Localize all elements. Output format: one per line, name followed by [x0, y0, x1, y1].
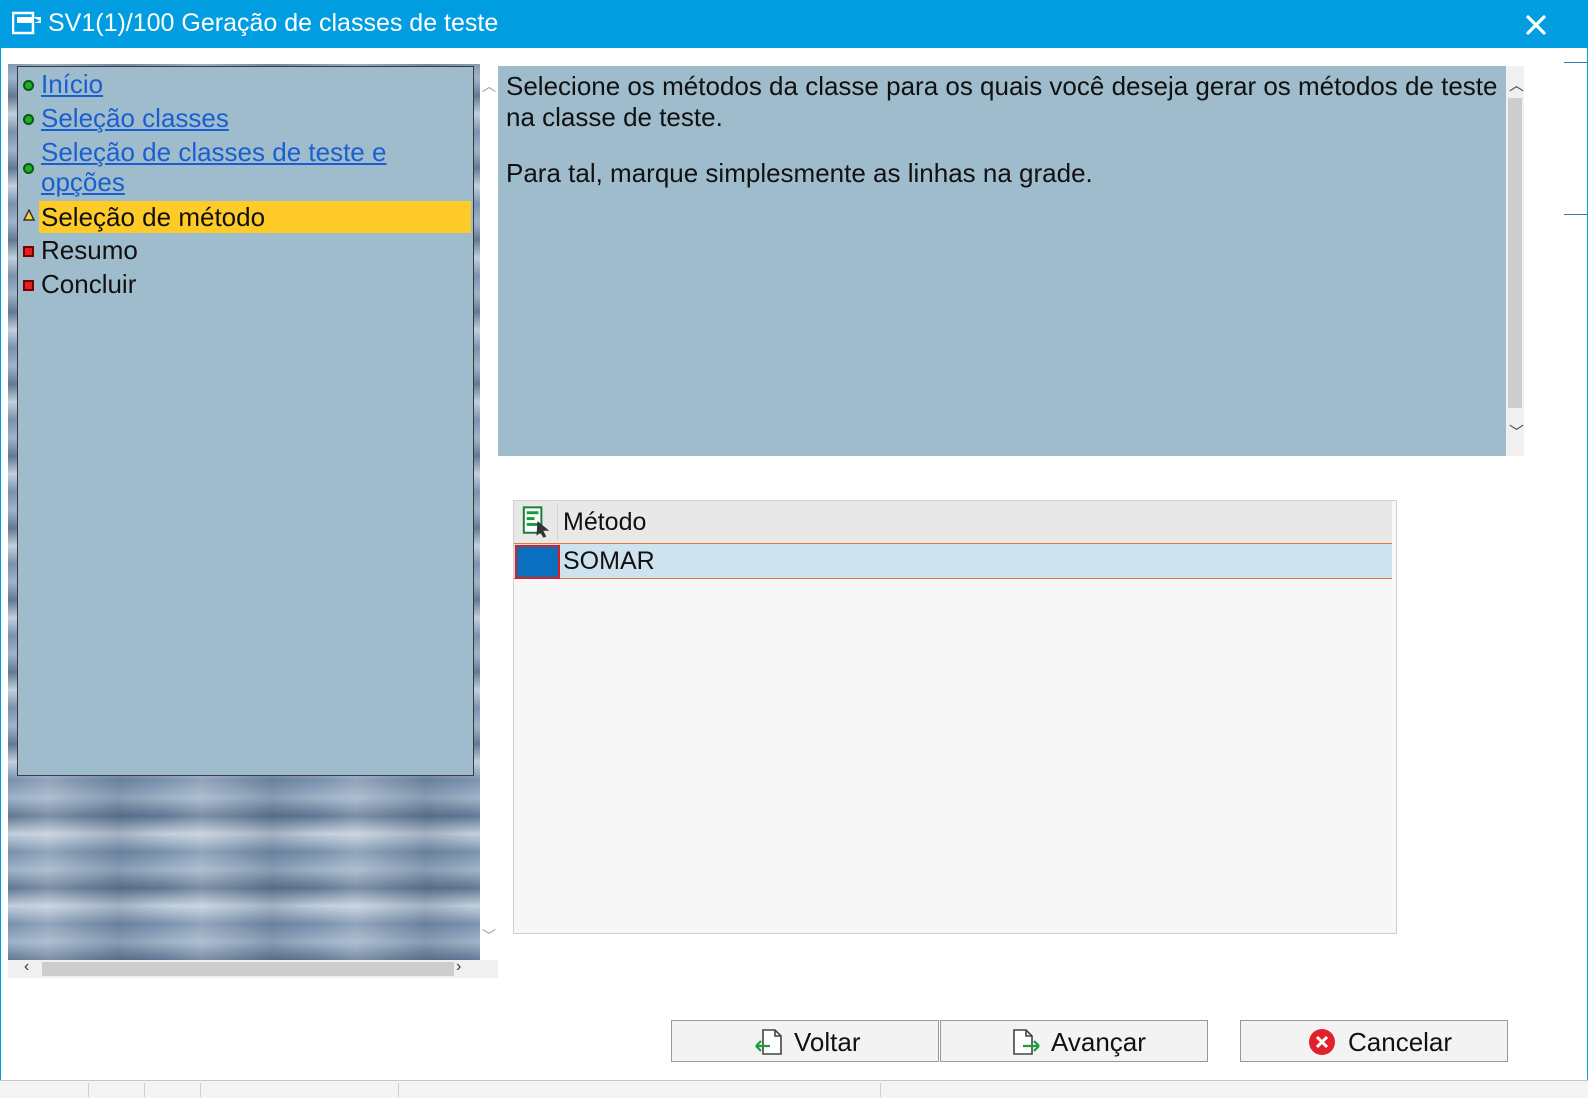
next-button[interactable]: Avançar — [940, 1020, 1208, 1062]
method-grid[interactable]: Método SOMAR — [513, 500, 1397, 934]
table-row[interactable]: SOMAR — [514, 544, 1392, 579]
background-window-edge — [1562, 48, 1588, 1080]
left-horizontal-scrollbar[interactable]: ‹ › — [8, 958, 498, 978]
row-selector[interactable] — [515, 545, 560, 579]
chevron-up-icon[interactable]: ︿ — [1509, 74, 1524, 95]
instructions-hint: Para tal, marque simplesmente as linhas … — [506, 158, 1093, 188]
step-label: Resumo — [41, 235, 138, 265]
scrollbar-thumb[interactable] — [42, 962, 454, 976]
cancel-circle-icon — [1309, 1029, 1335, 1055]
chevron-right-icon[interactable]: › — [456, 958, 461, 976]
status-strip — [0, 1080, 1588, 1098]
step-selecao-metodo[interactable]: Seleção de método — [18, 201, 473, 233]
grid-layout-icon[interactable] — [516, 503, 558, 541]
yellow-triangle-icon — [23, 209, 35, 221]
wizard-step-list: Início Seleção classes Seleção de classe… — [17, 66, 474, 776]
grid-header: Método — [514, 501, 1392, 544]
info-vertical-scrollbar[interactable]: ︿ ﹀ — [1506, 66, 1524, 456]
step-label: Seleção de método — [41, 202, 266, 232]
chevron-down-icon[interactable]: ﹀ — [1509, 421, 1524, 442]
red-square-icon — [23, 246, 34, 257]
instructions-panel: Selecione os métodos da classe para os q… — [498, 66, 1506, 456]
step-label[interactable]: Seleção classes — [41, 103, 229, 133]
instructions-text: Selecione os métodos da classe para os q… — [506, 71, 1498, 132]
green-dot-icon — [23, 80, 34, 91]
close-icon[interactable] — [1520, 10, 1552, 40]
title-bar: SV1(1)/100 Geração de classes de teste — [0, 0, 1588, 48]
chevron-up-icon[interactable]: ︿ — [482, 76, 496, 96]
dialog-window-icon — [12, 11, 41, 35]
column-header-metodo[interactable]: Método — [563, 507, 646, 537]
step-label[interactable]: Seleção de classes de teste e — [41, 137, 386, 167]
back-button[interactable]: Voltar — [671, 1020, 939, 1062]
method-cell[interactable]: SOMAR — [563, 546, 655, 576]
step-label[interactable]: Início — [41, 69, 103, 99]
left-vertical-scrollbar[interactable]: ︿ ﹀ — [480, 66, 497, 960]
back-button-label: Voltar — [794, 1027, 861, 1057]
window-title: SV1(1)/100 Geração de classes de teste — [48, 9, 499, 37]
cancel-button[interactable]: Cancelar — [1240, 1020, 1508, 1062]
green-dot-icon — [23, 114, 34, 125]
forward-arrow-icon — [1013, 1029, 1040, 1055]
chevron-left-icon[interactable]: ‹ — [24, 958, 29, 976]
chevron-down-icon[interactable]: ﹀ — [482, 926, 496, 946]
next-button-label: Avançar — [1051, 1027, 1146, 1057]
green-dot-icon — [23, 163, 34, 174]
back-arrow-icon — [755, 1029, 782, 1055]
step-label: Concluir — [41, 269, 137, 299]
step-selecao-classes-teste[interactable]: Seleção de classes de teste e opções — [18, 137, 473, 199]
step-label-line2[interactable]: opções — [41, 167, 125, 197]
cancel-button-label: Cancelar — [1348, 1027, 1453, 1057]
red-square-icon — [23, 280, 34, 291]
scrollbar-thumb[interactable] — [1508, 98, 1522, 408]
